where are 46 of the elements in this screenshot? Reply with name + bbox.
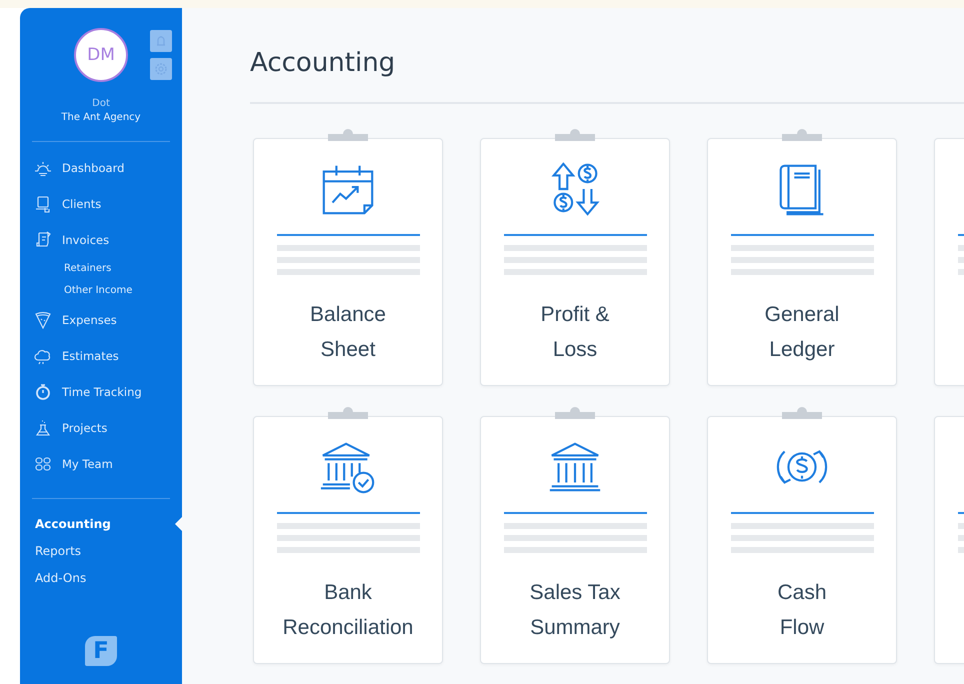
nav-item[interactable]: Time Tracking [34, 374, 182, 410]
clip-icon [555, 129, 595, 141]
report-title[interactable]: Balance Sheet [310, 297, 386, 367]
nav-item[interactable]: Invoices [34, 222, 182, 258]
nav-item[interactable]: Projects [34, 410, 182, 446]
report-card[interactable]: Sales Tax Summary [480, 416, 670, 664]
nav-item[interactable]: Reports [35, 538, 182, 565]
report-title[interactable]: Sales Tax Summary [530, 575, 620, 645]
cloud-icon [34, 347, 52, 365]
flask-icon [34, 419, 52, 437]
clip-icon [328, 407, 368, 419]
page-title: Accounting [250, 48, 396, 78]
pizza-icon [34, 311, 52, 329]
nav-item[interactable]: Add-Ons [35, 565, 182, 592]
bell-icon[interactable] [150, 30, 172, 52]
company-name: The Ant Agency [60, 112, 142, 123]
avatar[interactable]: DM [74, 28, 128, 82]
report-card[interactable]: Balance Sheet [253, 138, 443, 386]
stopwatch-icon [34, 383, 52, 401]
nav-item[interactable]: My Team [34, 446, 182, 482]
team-icon [34, 455, 52, 473]
user-name: Dot [91, 98, 111, 109]
report-title[interactable]: General Ledger [764, 297, 840, 367]
nav-item[interactable]: Dashboard [34, 150, 182, 186]
report-card[interactable]: Bank Reconciliation [253, 416, 443, 664]
nav-item[interactable]: Expenses [34, 302, 182, 338]
clip-icon [782, 407, 822, 419]
report-card[interactable]: General Ledger [707, 138, 897, 386]
report-card[interactable]: Cash Flow [707, 416, 897, 664]
logo[interactable]: F [85, 636, 117, 666]
document-icon [34, 231, 52, 249]
settings-icon[interactable] [150, 58, 172, 80]
nav-item[interactable]: Estimates [34, 338, 182, 374]
nav-subitem[interactable]: Retainers [34, 258, 182, 280]
nav-subitem[interactable]: Other Income [34, 280, 182, 302]
clip-icon [328, 129, 368, 141]
monitor-icon [34, 195, 52, 213]
clip-icon [555, 407, 595, 419]
nav-item[interactable]: Accounting [35, 511, 182, 538]
clip-icon [782, 129, 822, 141]
sun-icon [34, 159, 52, 177]
report-title[interactable]: Bank Reconciliation [282, 575, 414, 645]
report-title[interactable]: Profit & Loss [540, 297, 610, 367]
report-title[interactable]: Cash Flow [777, 575, 827, 645]
report-card[interactable]: Profit & Loss [480, 138, 670, 386]
nav-item[interactable]: Clients [34, 186, 182, 222]
